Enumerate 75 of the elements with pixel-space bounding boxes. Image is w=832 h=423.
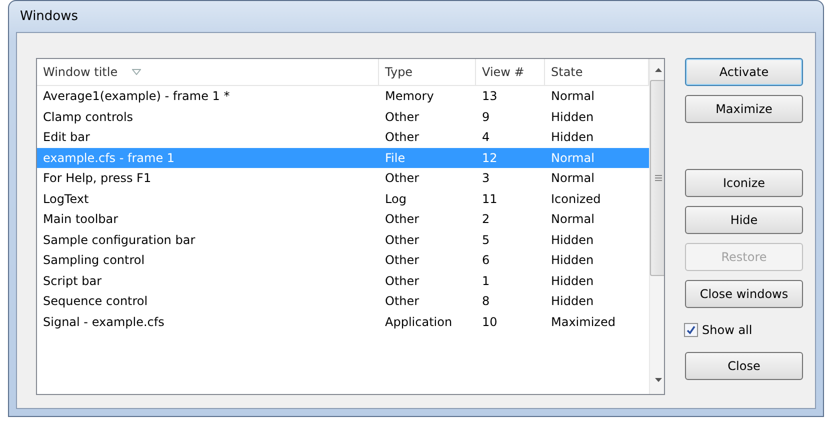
table-cell-text: Hidden [550, 130, 595, 144]
table-cell-text: File [384, 150, 406, 165]
table-cell-text: 6 [481, 253, 491, 268]
table-cell-text: Normal [550, 171, 596, 186]
table-cell-text: Other [384, 130, 420, 144]
scroll-thumb[interactable] [650, 80, 664, 276]
table-cell-text: 3 [481, 171, 491, 186]
table-cell-text: Maximized [550, 314, 616, 329]
table-cell-text: Log [384, 192, 408, 206]
list-row[interactable]: Edit bar Other 4 Hidden [37, 127, 649, 148]
list-row[interactable]: Sampling control Other 6 Hidden [37, 250, 649, 270]
table-cell-text: Other [384, 212, 420, 226]
window-title: Windows [20, 9, 78, 24]
list-row[interactable]: Script bar Other 1 Hidden [37, 270, 649, 291]
scroll-down-icon[interactable] [655, 378, 662, 382]
list-row[interactable]: Signal - example.cfs Application 10 Maximized [37, 312, 649, 332]
table-cell-text: Normal [550, 212, 596, 226]
table-cell-text: Sampling control [42, 253, 146, 268]
list-row[interactable]: Main toolbar Other 2 Normal [37, 209, 649, 230]
dialog-button[interactable]: Hide [685, 206, 803, 234]
table-cell-text: Hidden [550, 274, 595, 288]
dialog-button[interactable]: Iconize [685, 169, 803, 197]
checkbox-label[interactable]: Show all [702, 323, 752, 337]
table-cell-text: Hidden [550, 294, 595, 308]
table-cell-text: Clamp controls [42, 110, 134, 124]
column-header[interactable]: Type [379, 59, 476, 85]
table-cell-text: 11 [481, 192, 498, 206]
table-cell-text: Hidden [550, 110, 595, 124]
table-cell-text: For Help, press F1 [42, 171, 152, 186]
dialog-button[interactable]: Activate [685, 58, 803, 86]
table-cell-text: Average1(example) - frame 1 * [42, 89, 231, 104]
table-cell-text: Application [384, 314, 454, 329]
table-cell-text: Hidden [550, 253, 595, 268]
table-cell-text: Iconized [550, 192, 602, 206]
table-cell-text: Main toolbar [42, 212, 120, 226]
dialog-button[interactable]: Close [685, 352, 803, 380]
table-cell-text: 1 [481, 274, 491, 288]
table-cell-text: Sample configuration bar [42, 232, 196, 247]
column-header[interactable]: Window title [37, 59, 379, 85]
scroll-up-icon[interactable] [655, 68, 662, 72]
list-row[interactable]: Average1(example) - frame 1 * Memory 13 Normal [37, 86, 649, 106]
table-cell-text: 8 [481, 294, 491, 308]
table-cell-text: 2 [481, 212, 491, 226]
table-cell-text: Other [384, 110, 420, 124]
table-cell-text: 4 [481, 130, 491, 144]
list-row[interactable]: For Help, press F1 Other 3 Normal [37, 168, 649, 188]
dialog-button[interactable]: Maximize [685, 95, 803, 123]
table-cell-text: Script bar [42, 274, 103, 288]
table-cell-text: Normal [550, 150, 596, 165]
table-cell-text: Other [384, 274, 420, 288]
table-cell-text: 9 [481, 110, 491, 124]
table-cell-text: 5 [481, 232, 491, 247]
table-cell-text: Edit bar [42, 130, 91, 144]
list-row[interactable]: Sample configuration bar Other 5 Hidden [37, 230, 649, 250]
list-row[interactable]: Clamp controls Other 9 Hidden [37, 106, 649, 127]
table-cell-text: Other [384, 253, 420, 268]
table-cell-text: Other [384, 232, 420, 247]
table-cell-text: 12 [481, 150, 498, 165]
table-cell-text: Other [384, 171, 420, 186]
table-cell-text: LogText [42, 192, 90, 206]
table-cell-text: Hidden [550, 232, 595, 247]
column-header[interactable]: View # [476, 59, 545, 85]
dialog-button[interactable]: Close windows [685, 280, 803, 308]
table-cell-text: example.cfs - frame 1 [42, 150, 176, 165]
table-cell-text: Other [384, 294, 420, 308]
table-cell-text: 13 [481, 89, 498, 104]
scrollbar[interactable] [649, 59, 664, 394]
table-cell-text: Normal [550, 89, 596, 104]
table-cell-text: 10 [481, 314, 498, 329]
list-row[interactable]: LogText Log 11 Iconized [37, 188, 649, 209]
table-cell-text: Sequence control [42, 294, 149, 308]
list-row[interactable]: Sequence control Other 8 Hidden [37, 291, 649, 312]
table-cell-text: Memory [384, 89, 435, 104]
checkbox[interactable] [684, 323, 698, 337]
table-cell-text: Signal - example.cfs [42, 314, 166, 329]
